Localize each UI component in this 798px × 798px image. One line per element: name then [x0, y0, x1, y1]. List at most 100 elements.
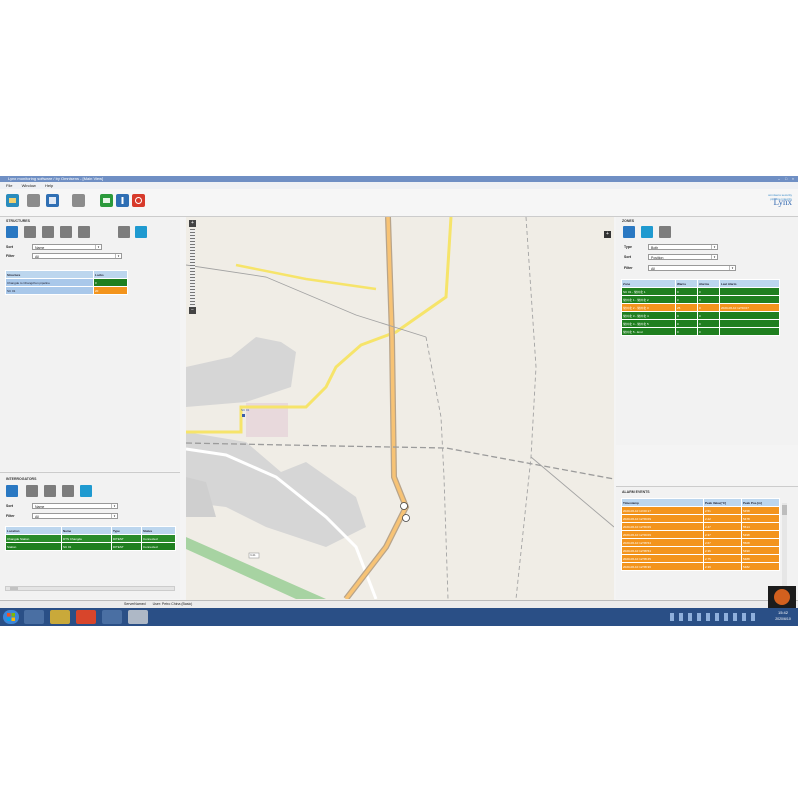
map-marker[interactable] — [242, 414, 245, 417]
chevron-down-icon: ▾ — [111, 514, 117, 518]
table-row[interactable]: 常州北 2 - 常州北 3 25 0 2020-06-10 12:53:07 — [621, 303, 780, 312]
zones-view-button[interactable] — [623, 226, 635, 238]
zones-sort-select[interactable]: Position ▾ — [648, 254, 718, 260]
zones-tool-1[interactable] — [659, 226, 671, 238]
maximize-button[interactable]: □ — [783, 177, 789, 181]
chevron-down-icon: ▾ — [95, 245, 101, 249]
taskbar-app-chrome[interactable] — [76, 610, 96, 624]
column-header[interactable]: Peak Value[°C] — [703, 498, 742, 507]
interrogators-tool-3[interactable] — [62, 485, 74, 497]
column-header[interactable]: Structure — [5, 270, 94, 279]
table-row[interactable]: Changde Station DTS Changde DITEST Conne… — [5, 534, 176, 543]
table-row[interactable]: 2020-06-10 12:59:09 2.37 5498 — [621, 530, 780, 539]
table-row[interactable]: 2020-06-10 12:58:54 2.67 5508 — [621, 538, 780, 547]
close-button[interactable]: × — [790, 177, 796, 181]
horizontal-scrollbar[interactable] — [5, 586, 175, 591]
zoom-in-button[interactable]: + — [189, 220, 196, 227]
scrollbar-thumb[interactable] — [782, 505, 787, 515]
column-header[interactable]: Timestamp — [621, 498, 704, 507]
table-row[interactable]: 2020-06-10 12:59:09 2.22 5478 — [621, 514, 780, 523]
toolbar-grey-button-1[interactable] — [27, 194, 40, 207]
zones-table: Zone Warns Alarms Last Alarm SC 01 - 常州北… — [621, 279, 780, 336]
alarm-timestamp: 2020-06-10 12:59:09 — [621, 514, 704, 523]
clock-time[interactable]: 15:42 — [770, 610, 796, 615]
toolbar-grey-button-2[interactable] — [72, 194, 85, 207]
info-button[interactable] — [116, 194, 129, 207]
interrogators-filter-select[interactable]: All ▾ — [32, 513, 118, 519]
table-row[interactable]: 常州北 1 - 常州北 2 0 0 — [621, 295, 780, 304]
system-tray-icons[interactable] — [670, 613, 760, 621]
table-row[interactable]: SC 01 - 常州北 1 0 0 — [621, 287, 780, 296]
taskbar-app-lynx[interactable] — [128, 610, 148, 624]
column-header[interactable]: Warns — [675, 279, 698, 288]
alarm-peak-value: 2.51 — [703, 506, 742, 515]
mail-button[interactable] — [100, 194, 113, 207]
column-header[interactable]: Zone — [621, 279, 676, 288]
table-row[interactable]: Station SC 01 DITEST Connected — [5, 542, 176, 551]
structures-view-button[interactable] — [6, 226, 18, 238]
zoom-slider[interactable] — [190, 229, 195, 309]
taskbar-app-folder[interactable] — [50, 610, 70, 624]
structures-refresh-button[interactable] — [135, 226, 147, 238]
interrogator-name: SC 01 — [61, 542, 112, 551]
table-row[interactable]: 2020-06-10 12:58:36 2.39 5482 — [621, 562, 780, 571]
column-header[interactable]: Status — [141, 526, 176, 535]
layer-switcher-button[interactable]: + — [604, 231, 611, 238]
column-header[interactable]: Type — [111, 526, 142, 535]
alarm-peak-value: 2.36 — [703, 546, 742, 555]
zones-refresh-button[interactable] — [641, 226, 653, 238]
column-header[interactable]: Last Alarm — [719, 279, 780, 288]
structures-sort-select[interactable]: Name ▾ — [32, 244, 102, 250]
clock-date[interactable]: 2020/6/10 — [770, 617, 796, 621]
table-row[interactable]: 2020-06-10 12:58:45 2.75 5488 — [621, 554, 780, 563]
start-button[interactable] — [3, 610, 19, 624]
column-header[interactable]: Location — [5, 526, 62, 535]
interrogators-view-button[interactable] — [6, 485, 18, 497]
scrollbar-thumb[interactable] — [10, 587, 18, 590]
zones-type-select[interactable]: Both ▾ — [648, 244, 718, 250]
table-row[interactable]: Changde to Changchun pipeline 0 — [5, 278, 128, 287]
status-bar: ServerNamed User: Petro China (Basic) — [0, 600, 798, 608]
column-header[interactable]: Locks — [93, 270, 128, 279]
save-button[interactable] — [46, 194, 59, 207]
structures-tool-4[interactable] — [78, 226, 90, 238]
open-button[interactable] — [6, 194, 19, 207]
table-row[interactable]: 常州北 4 - 常州北 5 0 0 — [621, 319, 780, 328]
structures-tool-1[interactable] — [24, 226, 36, 238]
interrogators-tool-2[interactable] — [44, 485, 56, 497]
structures-panel: STRUCTURES Sort Name ▾ Filter All ▾ Stru… — [0, 217, 180, 471]
structures-tool-2[interactable] — [42, 226, 54, 238]
structures-tool-5[interactable] — [118, 226, 130, 238]
alarm-peak-position: 5488 — [741, 554, 780, 563]
table-row[interactable]: 2020-06-10 12:59:09 2.47 5514 — [621, 522, 780, 531]
table-row[interactable]: 常州北 3 - 常州北 4 0 0 — [621, 311, 780, 320]
column-header[interactable]: Alarms — [697, 279, 720, 288]
structures-filter-select[interactable]: All ▾ — [32, 253, 122, 259]
interrogators-sort-select[interactable]: Name ▾ — [32, 503, 118, 509]
interrogators-filter-value: All — [35, 515, 39, 519]
table-row[interactable]: 2020-06-10 12:58:54 2.36 5490 — [621, 546, 780, 555]
menu-help[interactable]: Help — [45, 183, 53, 188]
structures-tool-3[interactable] — [60, 226, 72, 238]
menu-window[interactable]: Window — [22, 183, 36, 188]
table-row[interactable]: SC 01 20 — [5, 286, 128, 295]
map-view[interactable]: G11 SC 01 + − + Position (Lon | Lat): 12… — [186, 217, 614, 624]
zone-last-alarm — [719, 311, 780, 320]
zones-filter-select[interactable]: All ▾ — [648, 265, 736, 271]
structure-value: 20 — [93, 286, 128, 295]
stop-button[interactable] — [132, 194, 145, 207]
vertical-scrollbar[interactable] — [782, 503, 787, 593]
minimize-button[interactable]: – — [776, 177, 782, 181]
menu-file[interactable]: File — [6, 183, 12, 188]
interrogators-refresh-button[interactable] — [80, 485, 92, 497]
table-row[interactable]: 常州北 5 - End 0 0 — [621, 327, 780, 336]
alarm-peak-value: 2.37 — [703, 530, 742, 539]
table-row[interactable]: 2020-06-10 13:00:17 2.51 5458 — [621, 506, 780, 515]
taskbar-app-explorer[interactable] — [24, 610, 44, 624]
zoom-out-button[interactable]: − — [189, 307, 196, 314]
interrogators-tool-1[interactable] — [26, 485, 38, 497]
column-header[interactable]: Peak Pos.[m] — [741, 498, 780, 507]
column-header[interactable]: Name — [61, 526, 112, 535]
taskbar-app-files[interactable] — [102, 610, 122, 624]
alarm-peak-value: 2.47 — [703, 522, 742, 531]
